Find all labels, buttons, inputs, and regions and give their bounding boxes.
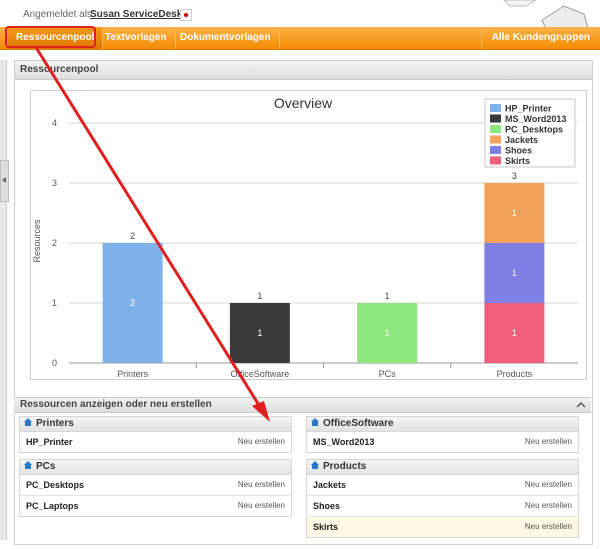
resource-name: MS_Word2013 [313,437,375,447]
y-tick-label: 1 [52,298,57,308]
resource-name: Jackets [313,480,347,490]
create-new-link[interactable]: Neu erstellen [238,432,285,452]
nav-dokumentvorlagen[interactable]: Dokumentvorlagen [172,27,280,49]
segment-value-label: 1 [512,328,517,338]
nav-textvorlagen[interactable]: Textvorlagen [97,27,176,49]
overview-chart-frame: 0 1 2 3 4 2 2 Printers 1 1 OfficeSoftware 1 1 PCs 1 1 1 3… [30,90,587,380]
segment-value-label: 1 [385,328,390,338]
legend-swatch [490,146,501,154]
legend-label: HP_Printer [505,104,552,114]
group-header: PCs [20,460,291,475]
home-icon [24,418,32,426]
resource-row-selected: Skirts Neu erstellen [307,517,578,537]
group-products: Products Jackets Neu erstellen Shoes Neu… [306,459,579,538]
group-pcs: PCs PC_Desktops Neu erstellen PC_Laptops… [19,459,292,517]
segment-value-label: 1 [257,328,262,338]
legend-swatch [490,114,501,123]
annotation-highlight-box [5,26,96,48]
legend-swatch [490,135,501,144]
legend-label: MS_Word2013 [505,114,566,124]
x-tick-label: Products [497,369,533,379]
y-tick-label: 0 [52,358,57,368]
y-tick-label: 3 [52,178,57,188]
overview-chart: 0 1 2 3 4 2 2 Printers 1 1 OfficeSoftware 1 1 PCs 1 1 1 3… [32,95,578,379]
create-new-link[interactable]: Neu erstellen [238,475,285,495]
home-icon [24,461,32,469]
x-tick-label: PCs [379,369,397,379]
legend-swatch [490,156,501,165]
group-header: Products [307,460,578,475]
create-new-link[interactable]: Neu erstellen [525,517,572,537]
x-tick-label: Printers [117,369,149,379]
create-new-link[interactable]: Neu erstellen [525,475,572,495]
resource-row: PC_Desktops Neu erstellen [20,475,291,496]
resource-row: MS_Word2013 Neu erstellen [307,432,578,452]
group-printers: Printers HP_Printer Neu erstellen [19,416,292,453]
group-header: Printers [20,417,291,432]
user-link[interactable]: Susan ServiceDesk [90,9,182,20]
group-title: OfficeSoftware [323,418,394,429]
collapse-chevron-icon[interactable] [575,399,587,411]
segment-value-label: 2 [130,298,135,308]
x-tick-label: OfficeSoftware [230,369,289,379]
sidebar-collapsed [0,60,7,540]
chart-legend: HP_PrinterMS_Word2013PC_DesktopsJacketsS… [484,98,576,168]
resource-name: Skirts [313,522,339,532]
app-root: Angemeldet als: Susan ServiceDesk Ressou… [0,0,600,549]
chart-title: Overview [274,95,333,111]
legend-label: PC_Desktops [505,125,563,135]
resource-row: Jackets Neu erstellen [307,475,578,496]
bar-total-label: 1 [257,291,262,301]
legend-swatch [490,104,501,112]
group-officesoftware: OfficeSoftware MS_Word2013 Neu erstellen [306,416,579,453]
resource-name: PC_Desktops [26,480,85,490]
section-header: Ressourcen anzeigen oder neu erstellen [14,397,591,413]
resource-row: HP_Printer Neu erstellen [20,432,291,452]
group-header: OfficeSoftware [307,417,578,432]
bar-total-label: 3 [512,171,517,181]
segment-value-label: 1 [512,208,517,218]
y-axis-label: Resources [32,219,42,263]
legend-label: Shoes [505,146,532,156]
y-tick-label: 2 [52,238,57,248]
create-new-link[interactable]: Neu erstellen [238,496,285,516]
resource-name: Shoes [313,501,341,511]
resource-name: PC_Laptops [26,501,79,511]
group-title: PCs [36,461,56,472]
home-icon [311,461,319,469]
group-title: Products [323,461,367,472]
nav-alle-kundengruppen[interactable]: Alle Kundengruppen [480,27,600,49]
bar-total-label: 1 [385,291,390,301]
resource-row: Shoes Neu erstellen [307,496,578,517]
bar-total-label: 2 [130,231,135,241]
language-flag-icon[interactable] [180,9,192,21]
create-new-link[interactable]: Neu erstellen [525,496,572,516]
sidebar-toggle-handle[interactable] [0,160,9,202]
section-title: Ressourcen anzeigen oder neu erstellen [20,399,212,410]
segment-value-label: 1 [512,268,517,278]
logged-in-label: Angemeldet als: [23,9,95,20]
resource-row: PC_Laptops Neu erstellen [20,496,291,516]
legend-label: Jackets [505,135,538,145]
panel-title: Ressourcenpool [15,61,592,80]
legend-swatch [490,125,501,133]
home-icon [311,418,319,426]
group-title: Printers [36,418,74,429]
resource-name: HP_Printer [26,437,73,447]
create-new-link[interactable]: Neu erstellen [525,432,572,452]
y-tick-label: 4 [52,118,57,128]
legend-label: Skirts [505,156,530,166]
